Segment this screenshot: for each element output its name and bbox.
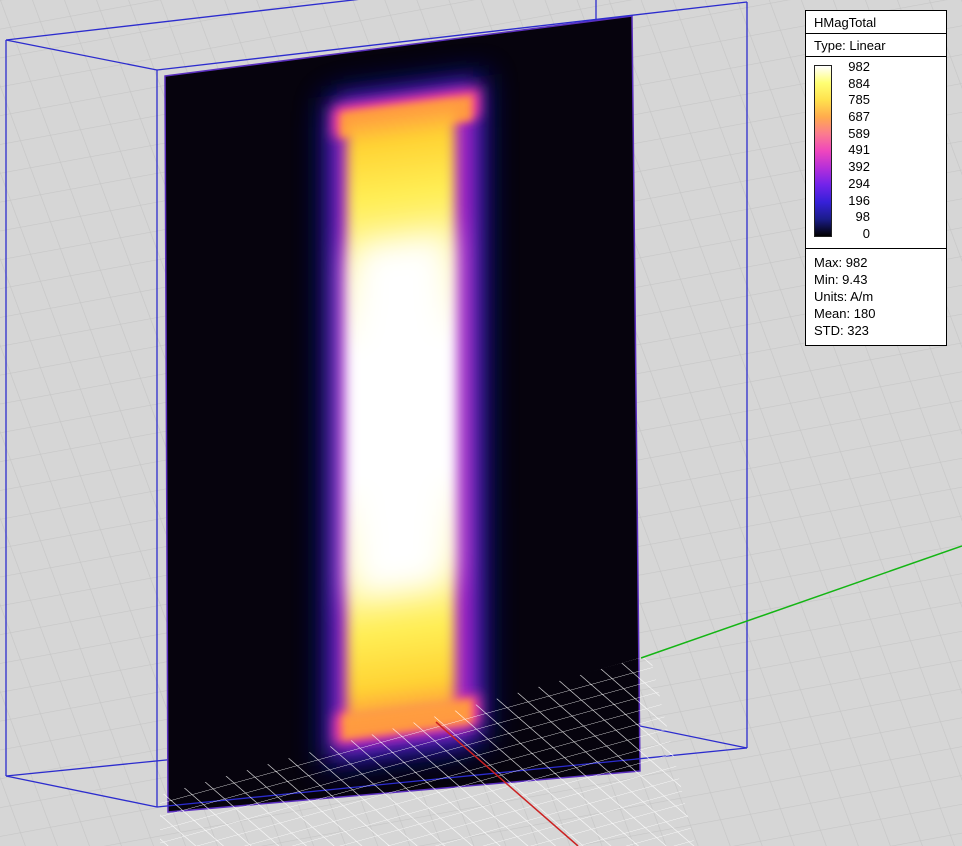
scale-value: 982: [840, 60, 870, 73]
scale-value: 392: [840, 160, 870, 173]
field-distribution: [326, 76, 484, 764]
scale-value: 687: [840, 110, 870, 123]
scale-value: 491: [840, 143, 870, 156]
field-plot-legend[interactable]: HMagTotal Type: Linear 982 884 785 687 5…: [805, 10, 947, 346]
stat-units: Units: A/m: [814, 288, 938, 305]
scale-value: 785: [840, 93, 870, 106]
legend-statistics: Max: 982 Min: 9.43 Units: A/m Mean: 180 …: [805, 248, 947, 346]
scale-value: 294: [840, 177, 870, 190]
scale-value: 98: [840, 210, 870, 223]
legend-scale-type: Type: Linear: [805, 33, 947, 57]
legend-scale-labels: 982 884 785 687 589 491 392 294 196 98 0: [840, 60, 870, 240]
stat-std: STD: 323: [814, 322, 938, 339]
scale-value: 589: [840, 127, 870, 140]
legend-title: HMagTotal: [805, 10, 947, 34]
scale-value: 884: [840, 77, 870, 90]
stat-min: Min: 9.43: [814, 271, 938, 288]
stat-max: Max: 982: [814, 254, 938, 271]
3d-viewport[interactable]: HMagTotal Type: Linear 982 884 785 687 5…: [0, 0, 962, 846]
scale-value: 196: [840, 194, 870, 207]
legend-color-scale: 982 884 785 687 589 491 392 294 196 98 0: [805, 56, 947, 249]
scale-value: 0: [840, 227, 870, 240]
legend-colorbar: [814, 65, 832, 237]
stat-mean: Mean: 180: [814, 305, 938, 322]
